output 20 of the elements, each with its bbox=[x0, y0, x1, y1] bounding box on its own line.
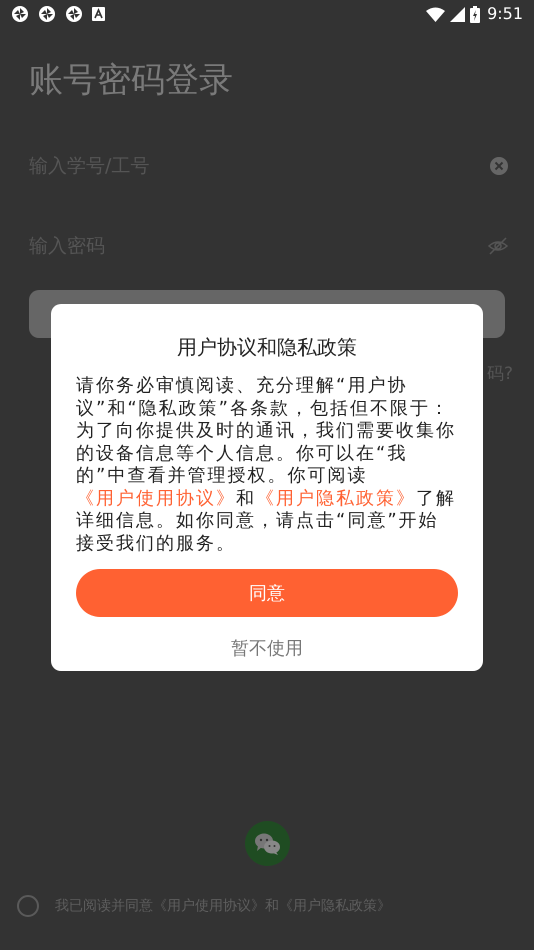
page-title: 账号密码登录 bbox=[29, 59, 233, 102]
agreement-checkbox[interactable] bbox=[17, 895, 39, 917]
eye-slash-icon[interactable] bbox=[488, 237, 508, 255]
status-time: 9:51 bbox=[487, 3, 523, 25]
decline-button[interactable]: 暂不使用 bbox=[223, 630, 311, 666]
wechat-button[interactable] bbox=[244, 821, 290, 866]
signal-icon bbox=[450, 6, 466, 22]
battery-icon bbox=[470, 6, 480, 22]
text-icon bbox=[92, 7, 105, 21]
dialog-title: 用户协议和隐私政策 bbox=[176, 334, 358, 361]
agree-button[interactable]: 同意 bbox=[76, 569, 458, 617]
chat-bubbles-icon bbox=[254, 832, 280, 854]
aperture-icon bbox=[65, 5, 83, 23]
agreement-link[interactable]: 《用户隐私政策》 bbox=[256, 488, 416, 508]
aperture-icon bbox=[11, 5, 29, 23]
aperture-icon bbox=[38, 5, 56, 23]
clear-icon[interactable] bbox=[490, 157, 508, 175]
wifi-icon bbox=[426, 6, 446, 22]
dialog-body: 请你务必审慎阅读、充分理解“用户协议”和“隐私政策”各条款，包括但不限于：为了向你提供及时的通讯，我们需要收集你的设备信息等个人信息。你可以在“我的”中查看并管理授权。你可阅读 《用户使用协议》和《用户隐私政策》了解详细信息。如你同意，请点击“同意”开始接受我们的服务。 bbox=[76, 375, 457, 555]
agreement-link[interactable]: 《用户使用协议》 bbox=[76, 488, 236, 508]
